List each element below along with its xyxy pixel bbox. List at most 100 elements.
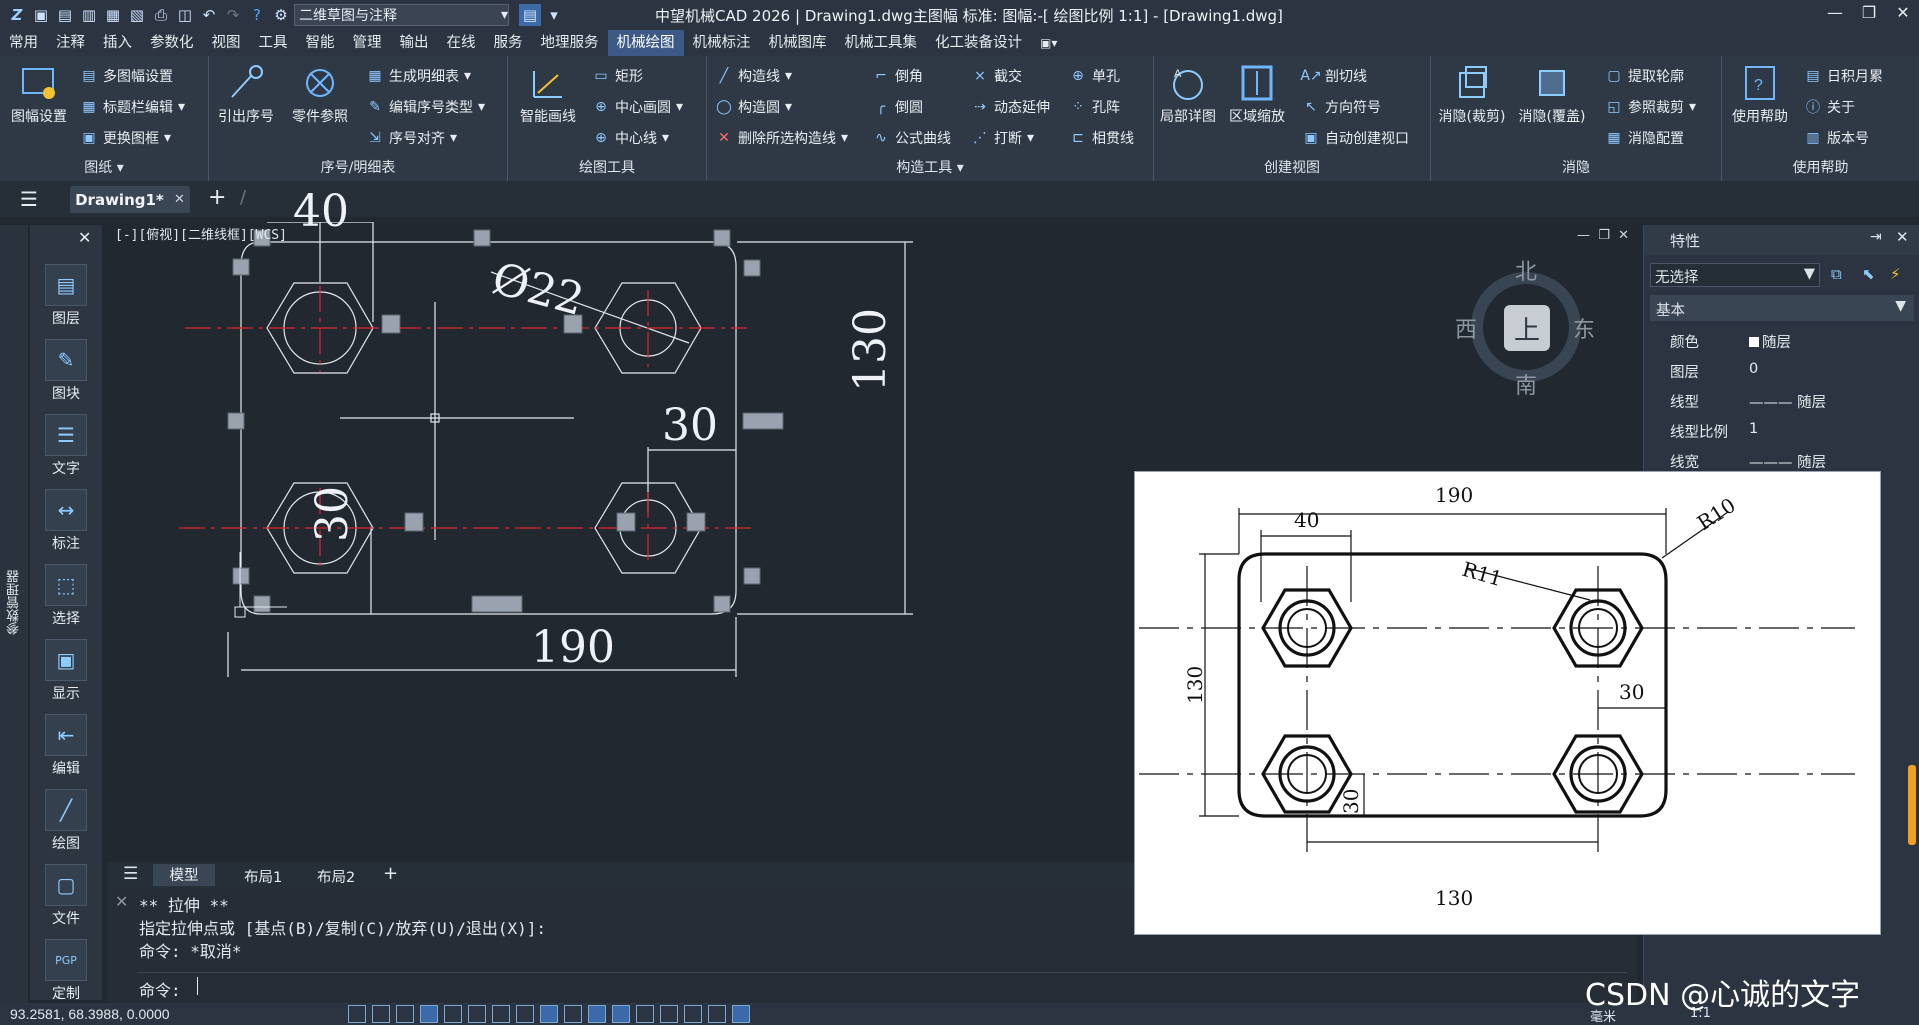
cut-cross-button[interactable]: ⨯ 截交 [971, 66, 1022, 86]
close-icon[interactable]: ✕ [115, 892, 128, 911]
extract-outline-button[interactable]: ▢ 提取轮廓 [1605, 66, 1684, 86]
hide-clip-button[interactable]: 消隐(裁剪) [1435, 62, 1509, 126]
parameter-manager-strip[interactable]: 参数管理器 [0, 225, 28, 1025]
polar-icon[interactable] [420, 1005, 438, 1023]
close-icon[interactable]: ✕ [78, 228, 91, 247]
change-frame-button[interactable]: ▣ 更换图框 ▾ [80, 128, 171, 148]
dyn-input-icon[interactable] [540, 1005, 558, 1023]
break-button[interactable]: ⋰ 打断 ▾ [971, 128, 1034, 148]
scrollbar-thumb[interactable] [1908, 765, 1916, 845]
prop-row-color[interactable]: 颜色 随层 [1644, 325, 1919, 355]
otrack-icon[interactable] [468, 1005, 486, 1023]
tab-chem[interactable]: 化工装备设计 [926, 30, 1031, 56]
dir-symbol-button[interactable]: ↖ 方向符号 [1302, 97, 1381, 117]
tab-mech-lib[interactable]: 机械图库 [760, 30, 836, 56]
palette-block[interactable]: ✎ 图块 [36, 336, 96, 408]
area-zoom-button[interactable]: 区域缩放 [1224, 62, 1290, 126]
daily-tips-button[interactable]: ▤ 日积月累 [1804, 66, 1883, 86]
palette-custom[interactable]: PGP 定制 [36, 936, 96, 1008]
panel-paper-title[interactable]: 图纸 ▾ [0, 157, 208, 177]
selection-cycle-icon[interactable] [636, 1005, 654, 1023]
new-layout-icon[interactable]: + [383, 863, 398, 884]
tab-parametric[interactable]: 参数化 [141, 30, 203, 56]
pin-icon[interactable]: ⇥ [1870, 229, 1882, 245]
ribbon-toggle-icon[interactable]: ▣▾ [1031, 30, 1066, 56]
ccircle-button[interactable]: ◯ 构造圆 ▾ [715, 97, 792, 117]
view-cube[interactable]: 上 北 南 东 西 [1455, 260, 1595, 399]
panel-construct-title[interactable]: 构造工具 ▾ [707, 157, 1153, 177]
seq-align-button[interactable]: ⇲ 序号对齐 ▾ [366, 128, 457, 148]
layout-tab-1[interactable]: 布局1 [244, 866, 282, 887]
tab-tools[interactable]: 工具 [250, 30, 297, 56]
lead-seq-button[interactable]: 引出序号 [213, 62, 279, 126]
quick-props-icon[interactable] [612, 1005, 630, 1023]
app-logo-icon[interactable]: Z [6, 4, 28, 26]
maximize-button[interactable]: ❐ [1854, 3, 1884, 25]
palette-file[interactable]: ▢ 文件 [36, 861, 96, 933]
tab-manage[interactable]: 管理 [344, 30, 391, 56]
about-button[interactable]: ⓘ 关于 [1804, 97, 1855, 117]
angle-icon[interactable] [492, 1005, 510, 1023]
paper-setup-button[interactable]: 图幅设置 [6, 62, 72, 126]
palette-dim[interactable]: ↔ 标注 [36, 486, 96, 558]
smart-line-button[interactable]: 智能画线 [512, 62, 584, 126]
center-line-button[interactable]: ⊕ 中心线 ▾ [592, 128, 669, 148]
new-tab-icon[interactable]: + [208, 185, 226, 210]
dyn-extend-button[interactable]: ⇢ 动态延伸 [971, 97, 1050, 117]
minimize-button[interactable]: — [1820, 3, 1850, 25]
ortho-icon[interactable] [396, 1005, 414, 1023]
save-icon[interactable]: ▥ [78, 4, 100, 26]
tab-output[interactable]: 输出 [391, 30, 438, 56]
formula-curve-button[interactable]: ∿ 公式曲线 [872, 128, 951, 148]
palette-select[interactable]: ⬚ 选择 [36, 561, 96, 633]
fillet-button[interactable]: ╭ 倒圆 [872, 97, 923, 117]
auto-viewport-button[interactable]: ▣ 自动创建视口 [1302, 128, 1409, 148]
tab-insert[interactable]: 插入 [94, 30, 141, 56]
pickadd-icon[interactable]: ⚡ [1890, 265, 1901, 283]
selection-dropdown[interactable]: 无选择 ▼ [1650, 263, 1820, 287]
chevron-down-icon[interactable]: ▾ [543, 4, 565, 26]
palette-layer[interactable]: ▤ 图层 [36, 261, 96, 333]
compass-west[interactable]: 西 [1455, 312, 1477, 344]
osnap-icon[interactable] [444, 1005, 462, 1023]
tab-common[interactable]: 常用 [0, 30, 47, 56]
prop-row-ltscale[interactable]: 线型比例 1 [1644, 415, 1919, 445]
tab-geo[interactable]: 地理服务 [532, 30, 608, 56]
tab-mech-dim[interactable]: 机械标注 [684, 30, 760, 56]
grid-icon[interactable] [348, 1005, 366, 1023]
open-icon[interactable]: ▤ [54, 4, 76, 26]
rect-button[interactable]: ▭ 矩形 [592, 66, 643, 86]
local-detail-button[interactable]: A 局部详图 [1156, 62, 1220, 126]
tab-view[interactable]: 视图 [203, 30, 250, 56]
tab-mech-toolset[interactable]: 机械工具集 [836, 30, 927, 56]
use-help-button[interactable]: ? 使用帮助 [1724, 62, 1796, 126]
ref-clip-button[interactable]: ◱ 参照裁剪 ▾ [1605, 97, 1696, 117]
gen-bom-button[interactable]: ▦ 生成明细表 ▾ [366, 66, 471, 86]
snap-icon[interactable] [372, 1005, 390, 1023]
hole-array-button[interactable]: ⁘ 孔阵 [1069, 97, 1120, 117]
tab-mech-draw[interactable]: 机械绘图 [607, 30, 684, 56]
section-line-button[interactable]: A↗ 剖切线 [1300, 66, 1367, 86]
palette-draw[interactable]: ╱ 绘图 [36, 786, 96, 858]
palette-display[interactable]: ▣ 显示 [36, 636, 96, 708]
hide-cover-button[interactable]: 消隐(覆盖) [1515, 62, 1589, 126]
close-icon[interactable]: ✕ [174, 192, 185, 207]
command-input[interactable]: 命令: [137, 972, 1627, 1000]
cline-button[interactable]: ╱ 构造线 ▾ [715, 66, 792, 86]
part-ref-button[interactable]: 零件参照 [285, 62, 355, 126]
center-circle-button[interactable]: ⊕ 中心画圆 ▾ [592, 97, 683, 117]
del-cline-button[interactable]: ✕ 删除所选构造线 ▾ [715, 128, 848, 148]
new-icon[interactable]: ▣ [30, 4, 52, 26]
transparency-icon[interactable] [588, 1005, 606, 1023]
version-button[interactable]: ▥ 版本号 [1804, 128, 1869, 148]
palette-edit[interactable]: ⇤ 编辑 [36, 711, 96, 783]
title-edit-button[interactable]: ▦ 标题栏编辑 ▾ [80, 97, 185, 117]
close-button[interactable]: ✕ [1888, 3, 1918, 25]
hardware-accel-icon[interactable] [732, 1005, 750, 1023]
compass-north[interactable]: 北 [1515, 254, 1537, 286]
annotation-icon[interactable] [660, 1005, 678, 1023]
view-cube-top[interactable]: 上 [1504, 305, 1550, 351]
workspace-icon[interactable] [684, 1005, 702, 1023]
help-icon[interactable]: ? [246, 4, 268, 26]
edit-seq-type-button[interactable]: ✎ 编辑序号类型 ▾ [366, 97, 485, 117]
